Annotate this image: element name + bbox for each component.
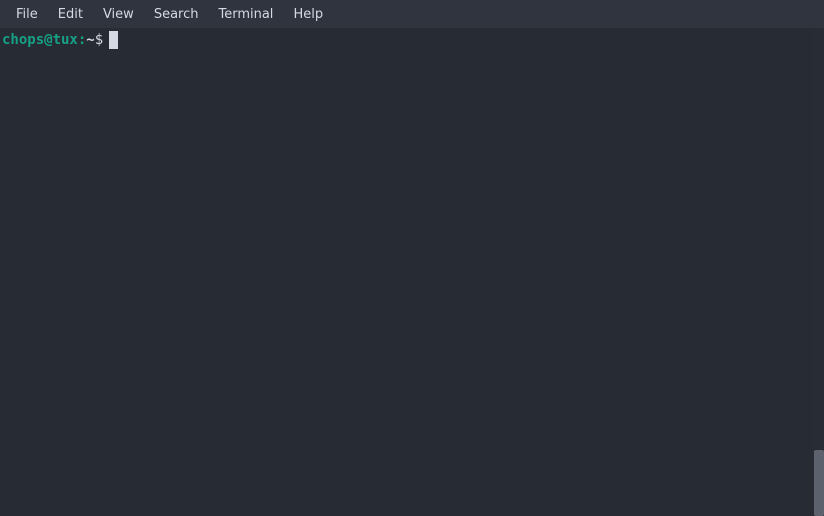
prompt-line: chops@tux:~$	[2, 30, 810, 50]
menubar: File Edit View Search Terminal Help	[0, 0, 824, 28]
scrollbar-track[interactable]	[812, 28, 824, 516]
menu-file[interactable]: File	[6, 3, 48, 26]
menu-edit[interactable]: Edit	[48, 3, 93, 26]
menu-view[interactable]: View	[93, 3, 144, 26]
menu-help[interactable]: Help	[283, 3, 333, 26]
menu-terminal[interactable]: Terminal	[208, 3, 283, 26]
menu-search[interactable]: Search	[144, 3, 209, 26]
prompt-path: ~	[86, 30, 94, 50]
prompt-symbol: $	[95, 30, 103, 50]
prompt-userhost: chops@tux:	[2, 30, 86, 50]
terminal-viewport[interactable]: chops@tux:~$	[0, 28, 812, 516]
scrollbar-thumb[interactable]	[814, 450, 824, 516]
cursor-icon	[109, 31, 118, 49]
